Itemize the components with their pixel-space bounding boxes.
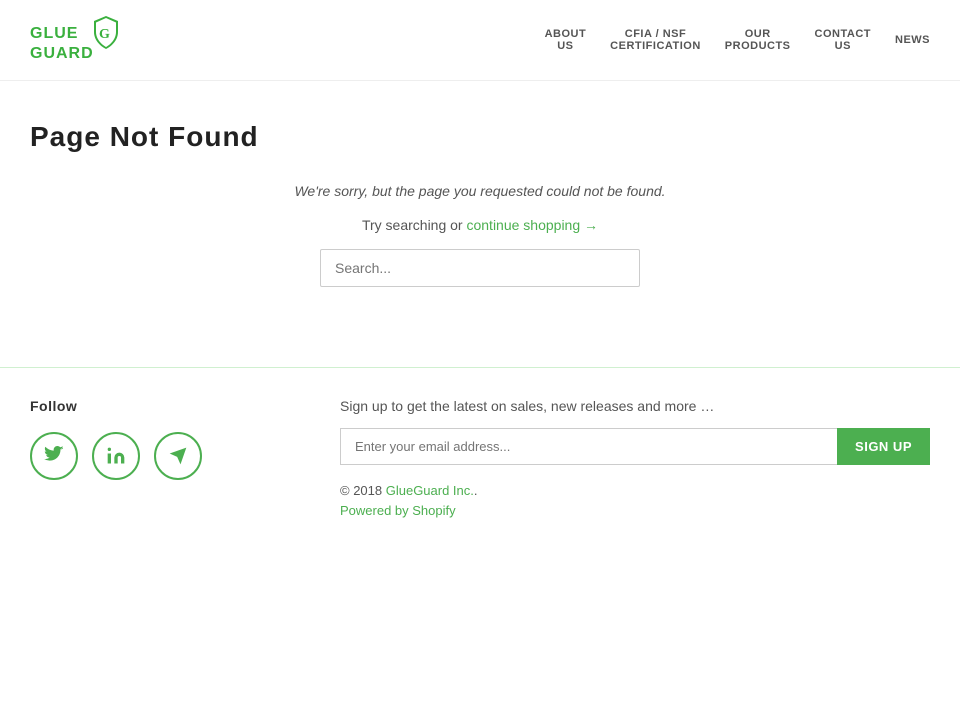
sign-up-button[interactable]: SIGN UP (837, 428, 930, 465)
shopify-link[interactable]: Powered by Shopify (340, 503, 456, 518)
footer-follow-section: Follow (30, 398, 280, 520)
nav-link-contact[interactable]: CONTACTUS (815, 28, 871, 52)
newsletter-text: Sign up to get the latest on sales, new … (340, 398, 930, 414)
powered-by: Powered by Shopify (340, 502, 930, 520)
sorry-message: We're sorry, but the page you requested … (30, 183, 930, 199)
copyright-suffix: . (474, 483, 478, 498)
social-icons (30, 432, 280, 480)
main-content: Page Not Found We're sorry, but the page… (0, 81, 960, 367)
svg-text:GUARD: GUARD (30, 45, 94, 62)
nav-link-cfia[interactable]: CFIA / NSFCERTIFICATION (610, 28, 701, 52)
glueguard-link[interactable]: GlueGuard Inc. (386, 483, 474, 498)
nav-item-cfia[interactable]: CFIA / NSFCERTIFICATION (610, 28, 701, 52)
footer: Follow Sign up to get the late (0, 368, 960, 560)
nav-link-news[interactable]: NEWS (895, 34, 930, 46)
nav-item-about[interactable]: ABOUTUS (545, 28, 587, 52)
email-input[interactable] (340, 428, 837, 465)
nav-item-contact[interactable]: CONTACTUS (815, 28, 871, 52)
linkedin-icon[interactable] (92, 432, 140, 480)
nav-link-about[interactable]: ABOUTUS (545, 28, 587, 52)
svg-text:G: G (99, 27, 110, 42)
continue-shopping-link[interactable]: continue shopping → (466, 217, 598, 233)
logo[interactable]: GLUE GUARD G (30, 10, 150, 70)
try-search-text: Try searching or (362, 217, 467, 233)
email-row: SIGN UP (340, 428, 930, 465)
page-title: Page Not Found (30, 121, 930, 153)
copyright-text: © 2018 GlueGuard Inc.. (340, 483, 930, 498)
footer-newsletter-section: Sign up to get the latest on sales, new … (340, 398, 930, 520)
copyright-prefix: © 2018 (340, 483, 386, 498)
nav-links: ABOUTUS CFIA / NSFCERTIFICATION OURPRODU… (545, 28, 930, 52)
search-input[interactable] (320, 249, 640, 287)
twitter-icon[interactable] (30, 432, 78, 480)
navbar: GLUE GUARD G ABOUTUS CFIA / NSFCERTIFICA… (0, 0, 960, 81)
follow-label: Follow (30, 398, 280, 414)
telegram-icon[interactable] (154, 432, 202, 480)
nav-item-products[interactable]: OURPRODUCTS (725, 28, 791, 52)
search-form (30, 249, 930, 287)
svg-text:GLUE: GLUE (30, 25, 78, 42)
try-search-line: Try searching or continue shopping → (30, 217, 930, 233)
nav-link-products[interactable]: OURPRODUCTS (725, 28, 791, 52)
nav-item-news[interactable]: NEWS (895, 34, 930, 46)
